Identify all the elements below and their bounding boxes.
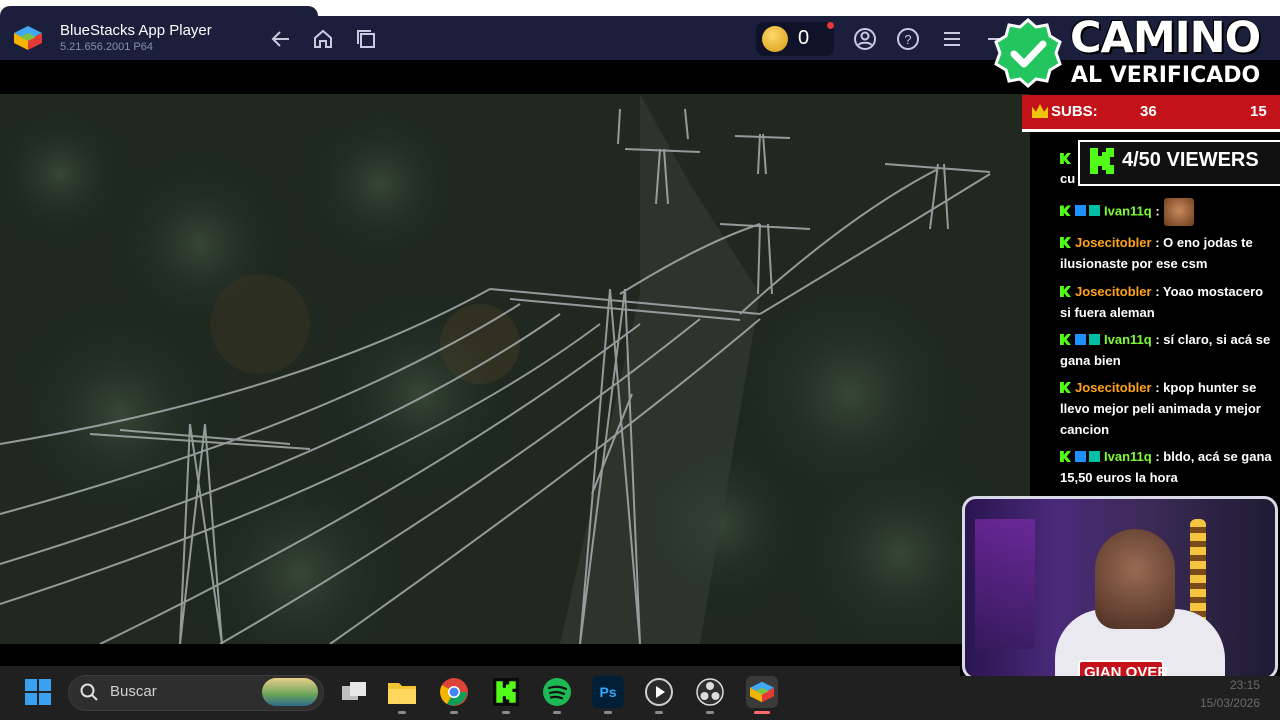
chat-username[interactable]: Ivan11q xyxy=(1104,203,1152,218)
file-explorer-icon[interactable] xyxy=(386,676,418,708)
running-indicator xyxy=(655,711,663,714)
running-indicator xyxy=(604,711,612,714)
chat-username[interactable]: Ivan11q xyxy=(1104,449,1152,464)
webcam-streamer-face xyxy=(1095,529,1175,629)
kick-badge-icon xyxy=(1060,153,1071,164)
subscriber-badge-icon xyxy=(1089,334,1100,345)
running-indicator xyxy=(502,711,510,714)
chat-message: Ivan11q : sí claro, si acá se gana bien xyxy=(1060,332,1271,368)
chat-username[interactable]: Ivan11q xyxy=(1104,332,1152,347)
chat-message: Ivan11q : xyxy=(1060,198,1274,226)
search-placeholder: Buscar xyxy=(110,683,157,700)
kick-badge-icon xyxy=(1060,286,1071,297)
multi-instance-icon[interactable] xyxy=(353,26,379,52)
clock-date: 15/03/2026 xyxy=(1199,696,1260,710)
chrome-icon[interactable] xyxy=(438,676,470,708)
bluestacks-logo-icon xyxy=(14,26,42,50)
moderator-badge-icon xyxy=(1075,334,1086,345)
account-icon[interactable] xyxy=(852,26,878,52)
coin-count: 0 xyxy=(798,27,810,49)
obs-icon[interactable] xyxy=(694,676,726,708)
spotify-icon[interactable] xyxy=(541,676,573,708)
chat-message: Josecitobler : kpop hunter se llevo mejo… xyxy=(1060,380,1261,437)
chat-message: Josecitobler : O eno jodas te ilusionast… xyxy=(1060,235,1253,271)
task-view-icon[interactable] xyxy=(338,676,370,708)
help-icon[interactable]: ? xyxy=(895,26,921,52)
photoshop-icon[interactable]: Ps xyxy=(592,676,624,708)
back-icon[interactable] xyxy=(268,26,294,52)
subs-goal: 15 xyxy=(1250,103,1267,120)
kick-badge-icon xyxy=(1060,334,1071,345)
window-title: BlueStacks App Player xyxy=(60,22,212,39)
notification-dot xyxy=(827,22,834,29)
app-version: 5.21.656.2001 P64 xyxy=(60,41,153,53)
subscriber-badge-icon xyxy=(1089,451,1100,462)
moderator-badge-icon xyxy=(1075,205,1086,217)
power-line-forest-scene xyxy=(0,94,1030,644)
running-indicator xyxy=(706,711,714,714)
webcam-shelf xyxy=(975,519,1035,649)
media-player-icon[interactable] xyxy=(643,676,675,708)
coin-icon xyxy=(762,26,788,52)
search-icon xyxy=(80,683,98,701)
kick-badge-icon xyxy=(1060,237,1071,248)
streamer-webcam xyxy=(962,496,1278,680)
bluestacks-taskbar-icon[interactable] xyxy=(746,676,778,708)
emote-icon xyxy=(1163,198,1194,226)
running-indicator xyxy=(450,711,458,714)
windows-start-icon[interactable] xyxy=(24,678,52,706)
chat-message: Ivan11q : bldo, acá se gana 15,50 euros … xyxy=(1060,449,1272,485)
overlay-headline: CAMINO xyxy=(1070,13,1261,63)
active-indicator xyxy=(754,711,770,714)
subs-label: SUBS: xyxy=(1051,103,1098,120)
overlay-subheadline: AL VERIFICADO xyxy=(1071,63,1261,88)
chat-username[interactable]: Josecitobler xyxy=(1075,284,1152,299)
kick-badge-icon xyxy=(1060,382,1071,393)
chat-message: Josecitobler : Yoao mostacero si fuera a… xyxy=(1060,284,1264,320)
kick-app-icon[interactable] xyxy=(490,676,522,708)
menu-icon[interactable] xyxy=(939,26,965,52)
verified-check-icon xyxy=(994,18,1062,88)
chat-username[interactable]: Josecitobler xyxy=(1075,235,1152,250)
viewers-count: 4/50 VIEWERS xyxy=(1122,149,1259,171)
subscriber-badge-icon xyxy=(1089,205,1100,217)
running-indicator xyxy=(553,711,561,714)
clock-time: 23:15 xyxy=(1229,678,1260,692)
kick-badge-icon xyxy=(1060,451,1071,462)
home-icon[interactable] xyxy=(310,26,336,52)
kick-badge-icon xyxy=(1060,205,1071,217)
kick-logo-icon xyxy=(1090,148,1114,174)
chat-username[interactable]: Josecitobler xyxy=(1075,380,1152,395)
taskbar-clock[interactable]: 23:15 15/03/2026 xyxy=(1188,676,1260,712)
svg-text:?: ? xyxy=(904,32,911,47)
game-video-frame[interactable] xyxy=(0,94,1030,644)
search-highlight-image xyxy=(262,678,318,706)
moderator-badge-icon xyxy=(1075,451,1086,462)
running-indicator xyxy=(398,711,406,714)
subs-count: 36 xyxy=(1140,103,1157,120)
